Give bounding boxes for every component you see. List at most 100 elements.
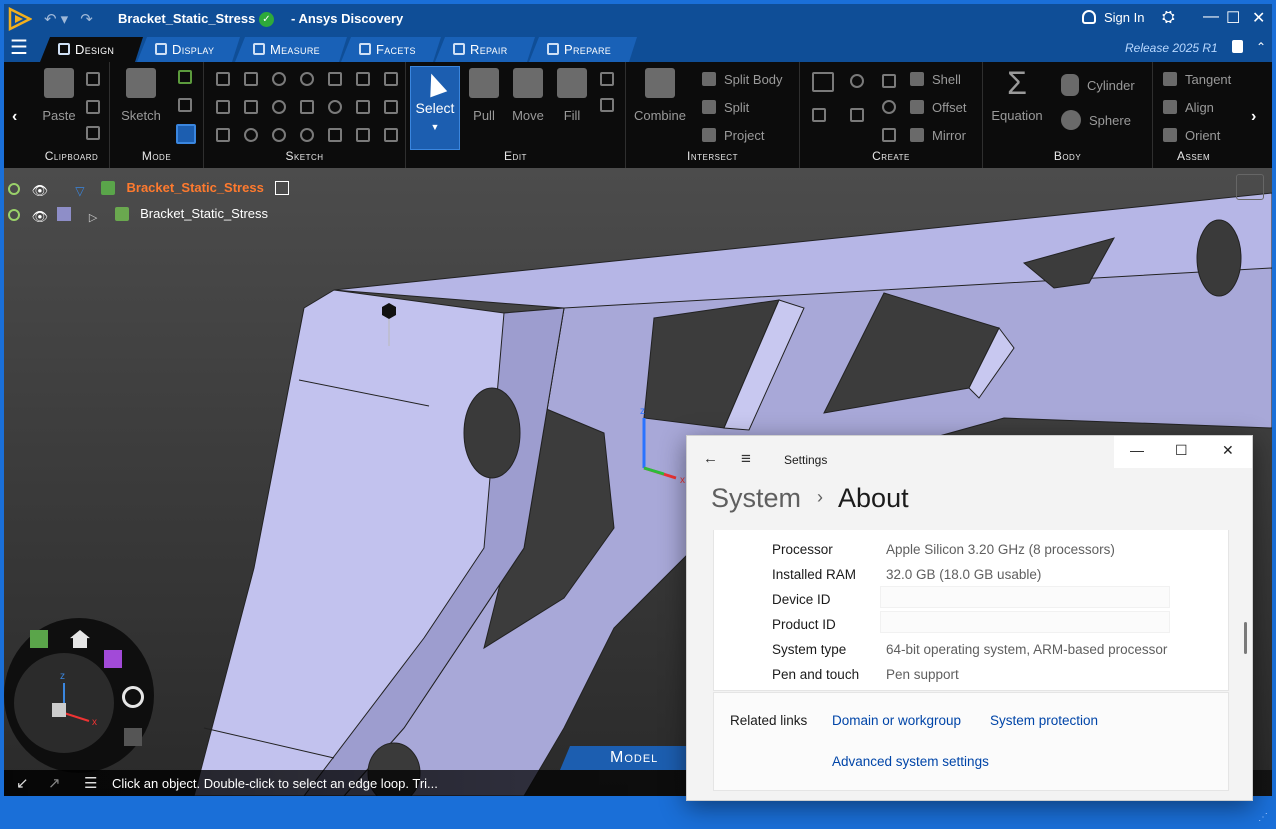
axis-icon[interactable] <box>812 108 826 122</box>
file-menu-icon[interactable]: ☰ <box>10 38 28 58</box>
orient-button[interactable]: Orient <box>1163 128 1220 143</box>
split-body-button[interactable]: Split Body <box>702 72 783 87</box>
tangent-line-icon[interactable] <box>216 100 230 114</box>
cylinder-button[interactable]: Cylinder <box>1061 74 1135 96</box>
view-icon[interactable] <box>244 128 258 142</box>
split-button[interactable]: Split <box>702 100 749 115</box>
eye-icon[interactable]: 👁 <box>32 209 49 224</box>
cut-icon[interactable] <box>86 72 100 86</box>
project-button[interactable]: Project <box>702 128 764 143</box>
collapse-ribbon-icon[interactable]: ⌃ <box>1256 40 1266 54</box>
sketch-mode-button[interactable]: Sketch <box>118 68 164 123</box>
crosshair-icon[interactable] <box>8 209 20 221</box>
ellipse-icon[interactable] <box>272 100 286 114</box>
breadcrumb-system[interactable]: System <box>711 483 801 513</box>
color-swatch-icon[interactable] <box>57 207 72 221</box>
chevron-right-icon[interactable]: ▷ <box>89 211 103 225</box>
offset-button[interactable]: Offset <box>910 100 966 115</box>
rectangle-icon[interactable] <box>244 72 258 86</box>
mode-icon[interactable] <box>178 98 192 112</box>
blend-icon[interactable] <box>600 98 614 112</box>
edit-tool-icon[interactable] <box>600 72 614 86</box>
navigation-wheel[interactable]: z x <box>4 618 154 773</box>
move-button[interactable]: Move <box>505 68 551 123</box>
pull-button[interactable]: Pull <box>461 68 507 123</box>
arc-icon[interactable] <box>300 72 314 86</box>
combine-button[interactable]: Combine <box>632 68 688 123</box>
undo-redo-icon[interactable]: ↶▾ ↷ <box>44 10 97 28</box>
3d-mode-icon[interactable] <box>176 124 196 144</box>
close-button[interactable]: ✕ <box>1222 442 1234 459</box>
copy-icon[interactable] <box>86 100 100 114</box>
circular-pattern-icon[interactable] <box>882 100 896 114</box>
tab-measure[interactable]: Measure <box>235 37 347 62</box>
gear-icon[interactable] <box>272 128 286 142</box>
origin-icon[interactable] <box>850 74 864 88</box>
domain-workgroup-link[interactable]: Domain or workgroup <box>832 713 961 728</box>
polygon-icon[interactable] <box>244 100 258 114</box>
back-arrow-icon[interactable]: ← <box>703 450 718 467</box>
section-mode-icon[interactable] <box>178 70 192 84</box>
orientation-triad[interactable]: z x <box>14 653 114 753</box>
tree-root-item[interactable]: 👁 ▽ Bracket_Static_Stress <box>8 180 297 200</box>
coordinate-system-icon[interactable] <box>850 108 864 122</box>
eye-icon[interactable]: 👁 <box>32 183 49 198</box>
chevron-down-icon[interactable]: ▽ <box>75 184 89 198</box>
model-tab[interactable]: Model <box>560 746 690 770</box>
cloud-icon[interactable]: ⛭ <box>1162 9 1175 27</box>
sweep-arc-icon[interactable] <box>356 72 370 86</box>
split-line-icon[interactable] <box>384 128 398 142</box>
purple-cube-icon[interactable] <box>104 650 122 668</box>
line-icon[interactable] <box>216 72 230 86</box>
list-icon[interactable]: ☰ <box>84 774 97 792</box>
green-cube-icon[interactable] <box>30 630 48 648</box>
format-painter-icon[interactable] <box>86 126 100 140</box>
trim-icon[interactable] <box>384 72 398 86</box>
sign-in-button[interactable]: Sign In <box>1082 10 1144 25</box>
fill-button[interactable]: Fill <box>549 68 595 123</box>
lock-icon[interactable] <box>1232 40 1243 53</box>
shell-button[interactable]: Shell <box>910 72 961 87</box>
tangent-button[interactable]: Tangent <box>1163 72 1231 87</box>
spline-icon[interactable] <box>328 72 342 86</box>
system-protection-link[interactable]: System protection <box>990 713 1098 728</box>
tab-display[interactable]: Display <box>137 37 240 62</box>
maximize-button[interactable]: ☐ <box>1175 442 1188 459</box>
scale-icon[interactable] <box>356 128 370 142</box>
view-cube-icon[interactable] <box>1236 174 1264 200</box>
ribbon-scroll-left-icon[interactable]: ‹ <box>12 108 17 126</box>
plane-icon[interactable] <box>812 72 834 92</box>
three-point-arc-icon[interactable] <box>300 100 314 114</box>
tab-facets[interactable]: Facets <box>341 37 441 62</box>
open-external-icon[interactable] <box>275 181 290 195</box>
align-button[interactable]: Align <box>1163 100 1214 115</box>
circle-icon[interactable] <box>272 72 286 86</box>
close-button[interactable]: ✕ <box>1252 8 1265 28</box>
home-icon[interactable] <box>70 630 90 648</box>
offset-curve-icon[interactable] <box>356 100 370 114</box>
minimize-button[interactable]: — <box>1203 8 1219 26</box>
tab-repair[interactable]: Repair <box>435 37 535 62</box>
hamburger-menu-icon[interactable]: ≡ <box>741 449 751 469</box>
grid-pattern-icon[interactable] <box>882 128 896 142</box>
pattern-icon[interactable] <box>882 74 896 88</box>
sphere-button[interactable]: Sphere <box>1061 110 1131 130</box>
next-icon[interactable]: ↗ <box>48 774 61 792</box>
ribbon-scroll-right-icon[interactable]: › <box>1251 108 1256 126</box>
checker-icon[interactable] <box>124 728 142 746</box>
tab-design[interactable]: Design <box>40 37 143 62</box>
scrollbar[interactable] <box>1244 622 1247 654</box>
previous-icon[interactable]: ↙ <box>16 774 29 792</box>
crosshair-icon[interactable] <box>8 183 20 195</box>
tab-prepare[interactable]: Prepare <box>529 37 637 62</box>
construction-line-icon[interactable] <box>216 128 230 142</box>
delete-icon[interactable] <box>384 100 398 114</box>
paste-button[interactable]: Paste <box>36 68 82 123</box>
advanced-system-settings-link[interactable]: Advanced system settings <box>832 754 989 769</box>
minimize-button[interactable]: — <box>1130 442 1144 458</box>
orbit-icon[interactable] <box>122 686 144 708</box>
bend-icon[interactable] <box>328 128 342 142</box>
equation-button[interactable]: Σ Equation <box>987 67 1047 123</box>
select-button[interactable]: Select ▼ <box>410 66 460 150</box>
tree-child-item[interactable]: 👁 ▷ Bracket_Static_Stress <box>8 206 268 226</box>
